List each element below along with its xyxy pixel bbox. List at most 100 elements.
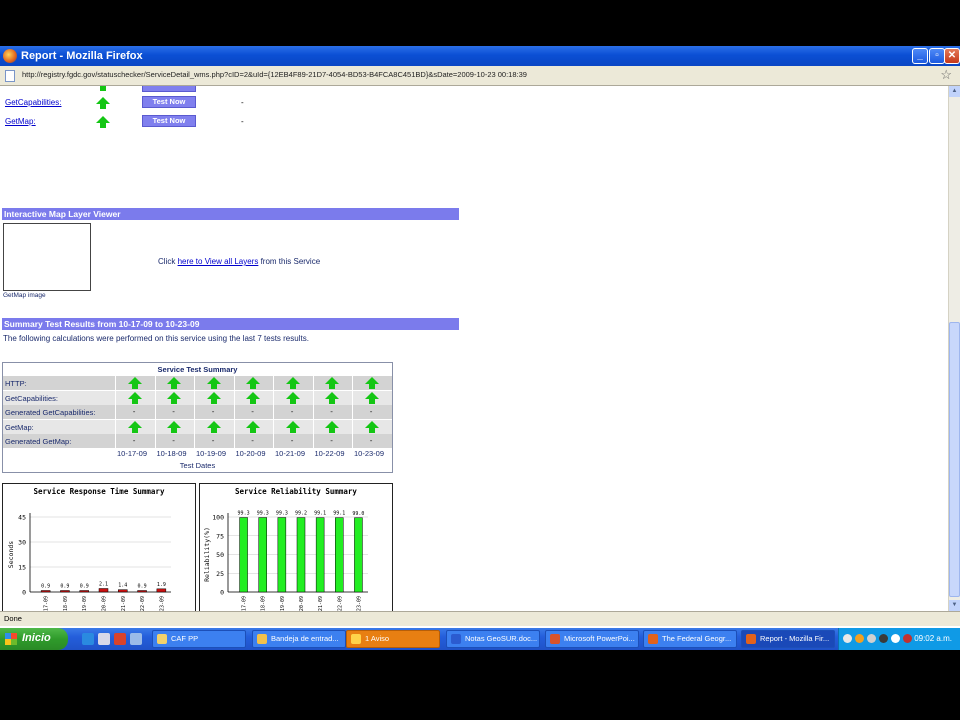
test-now-button-getcapabilities[interactable]: Test Now — [142, 96, 196, 108]
taskbar-item[interactable]: Bandeja de entrad... — [252, 630, 346, 648]
date-label: 10-18-09 — [156, 449, 187, 458]
scrollbar-thumb[interactable] — [949, 322, 960, 597]
up-arrow-icon — [167, 377, 182, 389]
x-tick-label: 10-22-09 — [337, 596, 343, 611]
table-row: Generated GetCapabilities: - - - - - - - — [3, 405, 392, 419]
row-label: HTTP: — [5, 379, 27, 388]
taskbar-item[interactable]: Report - Mozilla Fir... — [741, 630, 835, 648]
taskbar-item[interactable]: The Federal Geogr... — [643, 630, 737, 648]
cell-divider — [352, 405, 353, 419]
table-title: Service Test Summary — [157, 365, 238, 374]
cell-divider — [273, 376, 274, 390]
quicklaunch-desktop-icon[interactable] — [98, 633, 110, 645]
cell-divider — [194, 405, 195, 419]
bar — [137, 590, 147, 593]
view-layers-text: Click here to View all Layers from this … — [158, 257, 320, 266]
taskbar-item[interactable]: 1 Aviso — [346, 630, 440, 648]
maximize-button[interactable]: ▫ — [929, 48, 945, 64]
tray-security-icon[interactable] — [879, 634, 888, 643]
y-axis-label: Seconds — [7, 541, 15, 568]
getcapabilities-link[interactable]: GetCapabilities: — [5, 98, 61, 107]
tray-alert-icon[interactable] — [903, 634, 912, 643]
cell-dash: - — [172, 436, 175, 445]
bar — [335, 517, 344, 593]
taskbar-item-icon — [451, 634, 461, 644]
address-bar[interactable]: http://registry.fgdc.gov/statuschecker/S… — [0, 66, 960, 86]
scroll-down-arrow[interactable]: ▼ — [949, 600, 960, 611]
quicklaunch-ie-icon[interactable] — [82, 633, 94, 645]
view-all-layers-link[interactable]: here to View all Layers — [178, 257, 259, 266]
reliability-chart-svg: Service Reliability Summary 0 25 50 75 100Rel… — [203, 487, 368, 611]
taskbar-item-label: Report - Mozilla Fir... — [760, 634, 830, 643]
test-now-button-http[interactable] — [142, 86, 196, 92]
data-label: 1.4 — [118, 583, 127, 589]
up-arrow-icon — [206, 391, 221, 404]
taskbar-item[interactable]: CAF PP — [152, 630, 246, 648]
date-label: 10-22-09 — [314, 449, 345, 458]
date-label: 10-19-09 — [196, 449, 227, 458]
taskbar-item-label: Microsoft PowerPoi... — [564, 634, 635, 643]
y-tick-label: 15 — [18, 564, 26, 572]
bar — [98, 588, 109, 593]
taskbar-item[interactable]: Microsoft PowerPoi... — [545, 630, 639, 648]
y-tick-label: 30 — [18, 539, 26, 547]
x-tick-label: 10-18-09 — [63, 596, 69, 611]
up-arrow-icon — [206, 377, 221, 389]
tray-app-icon[interactable] — [855, 634, 864, 643]
bar — [239, 517, 248, 593]
cell-divider — [154, 390, 156, 405]
tray-volume-icon[interactable] — [867, 634, 876, 643]
minimize-button[interactable]: _ — [912, 48, 928, 64]
up-arrow-icon — [246, 391, 261, 404]
vertical-scrollbar[interactable]: ▲ ▼ — [948, 86, 960, 611]
window-titlebar[interactable]: Report - Mozilla Firefox _ ▫ ✕ — [0, 46, 960, 66]
status-bar: Done — [0, 611, 960, 626]
row-label: GetMap: — [5, 422, 34, 432]
cell-divider — [115, 419, 116, 434]
x-tick-label: 10-19-09 — [280, 596, 286, 611]
quicklaunch-app-icon[interactable] — [114, 633, 126, 645]
scroll-up-arrow[interactable]: ▲ — [949, 86, 960, 97]
cell-dash: - — [369, 436, 373, 445]
data-label: 99.3 — [238, 511, 250, 517]
bar — [354, 517, 363, 593]
getmap-link[interactable]: GetMap: — [5, 117, 36, 126]
row-label: GetCapabilities: — [5, 393, 58, 403]
up-arrow-icon — [127, 391, 142, 404]
start-label: Inicio — [22, 632, 51, 644]
y-axis-label: Reliability(%) — [203, 527, 211, 582]
up-arrow-icon — [285, 377, 300, 389]
tray-messenger-icon[interactable] — [891, 634, 900, 643]
taskbar-item-label: CAF PP — [171, 634, 199, 643]
up-arrow-icon — [364, 420, 379, 433]
data-label: 99.3 — [257, 511, 269, 517]
start-button[interactable]: Inicio — [0, 628, 68, 650]
cell-divider — [115, 376, 116, 390]
data-label: 2.1 — [99, 582, 108, 588]
cell-dash: - — [330, 436, 333, 445]
cell-divider — [154, 434, 156, 448]
page-icon — [5, 70, 15, 82]
test-now-button-getmap[interactable]: Test Now — [142, 115, 196, 127]
bookmark-star-icon[interactable]: ☆ — [940, 67, 952, 83]
chart-title: Service Response Time Summary — [34, 487, 165, 496]
up-arrow-icon — [246, 420, 261, 433]
getmap-value: - — [241, 117, 244, 126]
cell-divider — [273, 434, 274, 448]
taskbar-item[interactable]: Notas GeoSUR.doc... — [446, 630, 540, 648]
cell-dash: - — [172, 407, 175, 416]
up-arrow-icon — [206, 420, 221, 433]
data-label: 1.9 — [157, 582, 166, 588]
tray-network-icon[interactable] — [843, 634, 852, 643]
clock: 09:02 a.m. — [914, 634, 952, 643]
quicklaunch-more-icon[interactable] — [130, 633, 142, 645]
bar — [60, 590, 70, 593]
data-label: 0.9 — [80, 584, 89, 590]
url-text[interactable]: http://registry.fgdc.gov/statuschecker/S… — [22, 70, 527, 79]
data-label: 99.2 — [295, 511, 307, 517]
reliability-chart: Service Reliability Summary 0 25 50 75 100 Rel… — [199, 483, 393, 611]
close-button[interactable]: ✕ — [944, 48, 960, 64]
page-content: GetCapabilities: Test Now - GetMap: Test… — [0, 86, 948, 611]
up-arrow-icon — [127, 420, 142, 433]
cell-divider — [115, 434, 116, 448]
